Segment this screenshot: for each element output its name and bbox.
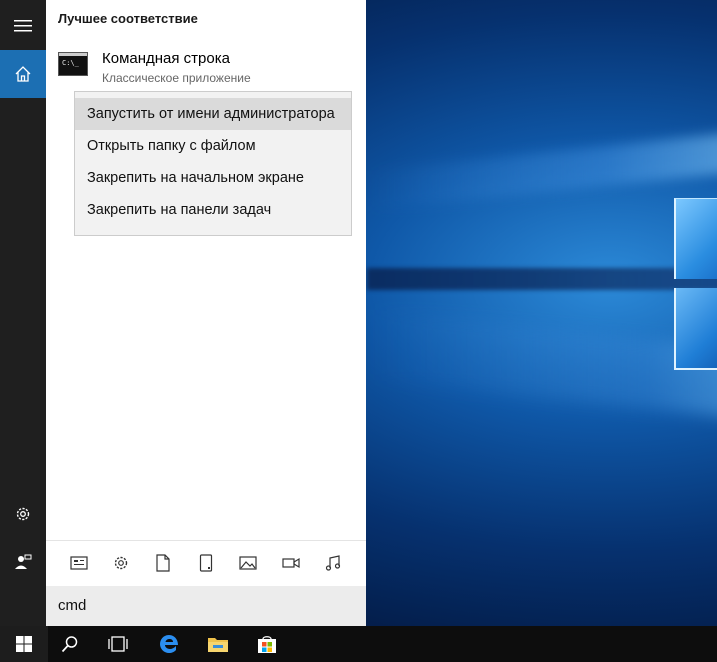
start-icon xyxy=(16,636,32,652)
wallpaper-dark-band xyxy=(367,268,717,290)
context-menu: Запустить от имени администратора Открыт… xyxy=(74,91,352,236)
settings-icon xyxy=(16,507,30,521)
device-filter-icon[interactable] xyxy=(196,553,216,573)
photos-filter-icon[interactable] xyxy=(238,553,258,573)
start-button[interactable] xyxy=(0,626,48,662)
edge-button[interactable] xyxy=(145,626,193,662)
task-view-icon xyxy=(108,636,128,652)
search-input[interactable]: cmd xyxy=(58,597,86,614)
section-title: Лучшее соответствие xyxy=(58,11,198,26)
hamburger-menu-button[interactable] xyxy=(0,2,46,50)
store-button[interactable] xyxy=(243,626,291,662)
search-icon xyxy=(61,636,78,653)
file-explorer-button[interactable] xyxy=(194,626,242,662)
wallpaper-light-beam xyxy=(367,128,717,212)
best-match-item[interactable]: C:\_ Командная строка Классическое прило… xyxy=(46,44,366,88)
hamburger-menu-icon xyxy=(14,20,32,32)
search-button[interactable] xyxy=(46,626,94,662)
search-filter-bar xyxy=(46,540,366,585)
home-button[interactable] xyxy=(0,50,46,98)
windows-logo-pane xyxy=(674,198,717,279)
edge-icon xyxy=(160,635,178,653)
menu-item-pin-to-start[interactable]: Закрепить на начальном экране xyxy=(75,162,351,194)
taskbar xyxy=(0,626,717,662)
music-filter-icon[interactable] xyxy=(323,553,343,573)
store-icon xyxy=(258,636,276,653)
cmd-icon: C:\_ xyxy=(58,52,88,76)
search-box[interactable]: cmd xyxy=(46,586,366,626)
documents-filter-icon[interactable] xyxy=(153,553,173,573)
menu-item-open-file-location[interactable]: Открыть папку с файлом xyxy=(75,130,351,162)
apps-filter-icon[interactable] xyxy=(69,553,89,573)
menu-item-pin-to-taskbar[interactable]: Закрепить на панели задач xyxy=(75,194,351,226)
best-match-subtitle: Классическое приложение xyxy=(102,71,251,85)
task-view-button[interactable] xyxy=(94,626,142,662)
best-match-title: Командная строка xyxy=(102,50,230,67)
cmd-icon-text: C:\_ xyxy=(62,59,79,67)
home-icon xyxy=(15,66,31,82)
settings-button[interactable] xyxy=(0,490,46,538)
start-left-rail xyxy=(0,0,46,626)
user-feedback-button[interactable] xyxy=(0,538,46,586)
settings-filter-icon[interactable] xyxy=(111,553,131,573)
windows-logo-pane xyxy=(674,288,717,370)
user-feedback-icon xyxy=(15,554,32,569)
wallpaper-light-beam xyxy=(367,308,717,422)
menu-item-run-as-admin[interactable]: Запустить от имени администратора xyxy=(75,98,351,130)
videos-filter-icon[interactable] xyxy=(281,553,301,573)
file-explorer-icon xyxy=(208,638,228,652)
